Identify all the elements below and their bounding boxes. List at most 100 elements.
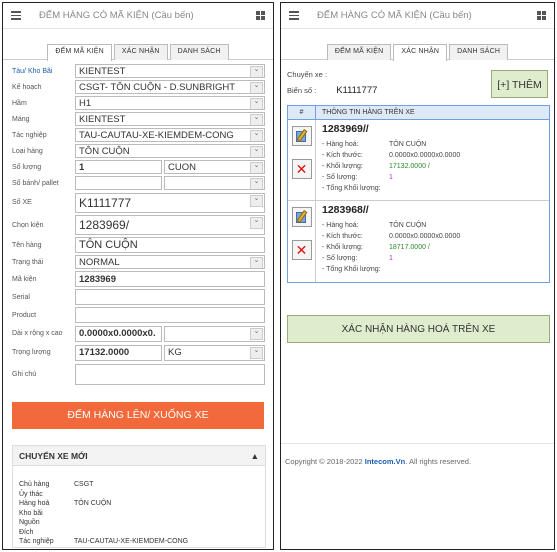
new-trip-card: CHUYẾN XE MỚI ▲ Chủ hàng CSGT Ủy thác Hàng … <box>12 445 266 548</box>
tab-xac-nhan[interactable]: XÁC NHẬN <box>393 44 448 61</box>
input-product[interactable] <box>75 307 265 323</box>
package-code: 1283969// <box>322 123 369 135</box>
tab-danh-sach[interactable]: DANH SÁCH <box>449 44 509 60</box>
value-hang-hoa: TÔN CUỘN <box>389 222 427 229</box>
label-ma-kien: Mã kiện <box>12 275 37 283</box>
value-kich-thuoc: 0.0000x0.0000x0.0000 <box>389 233 461 240</box>
input-so-luong[interactable]: 1 <box>75 160 162 174</box>
input-trong-luong[interactable]: 17132.0000 <box>75 344 162 361</box>
value-hang-hoa: TÔN CUỘN <box>389 141 427 148</box>
value-so-luong: 1 <box>389 255 393 262</box>
card-info-row: Nguồn <box>19 518 259 528</box>
label-serial: Serial <box>12 293 30 301</box>
card-info-key: Tác nghiệp <box>19 538 54 545</box>
select-trong-luong-unit[interactable]: KG <box>164 344 265 361</box>
footer-rights: . All rights reserved. <box>405 457 472 466</box>
input-serial[interactable] <box>75 289 265 305</box>
label-so-xe: Số XE <box>12 199 32 206</box>
label-trang-thai: Trạng thái <box>12 258 44 266</box>
edit-icon <box>295 210 309 224</box>
select-so-xe[interactable]: K1111777 <box>75 192 265 213</box>
delete-button[interactable]: ✕ <box>291 240 312 260</box>
hamburger-menu-icon[interactable] <box>289 11 299 20</box>
card-info-row: Chủ hàng CSGT <box>19 480 259 490</box>
label-so-luong: - Số lượng: <box>322 174 358 181</box>
cargo-table: # THÔNG TIN HÀNG TRÊN XE ✕ 1283969// - H… <box>287 105 550 283</box>
select-so-banh-unit[interactable] <box>164 176 265 190</box>
select-mang[interactable]: KIENTEST <box>75 112 265 126</box>
cargo-table-header: # THÔNG TIN HÀNG TRÊN XE <box>288 106 549 120</box>
card-info-key: Nguồn <box>19 519 40 526</box>
input-ma-kien[interactable]: 1283969 <box>75 271 265 287</box>
hamburger-menu-icon[interactable] <box>11 11 21 20</box>
label-kich-thuoc: - Kích thước: <box>322 233 363 240</box>
select-chon-kien[interactable]: 1283969/ <box>75 215 265 235</box>
card-info-key: Đích <box>19 528 34 536</box>
add-button[interactable]: [+] THÊM <box>491 70 548 98</box>
input-dai-rong-cao[interactable]: 0.0000x0.0000x0. <box>75 325 162 342</box>
label-ham: Hầm <box>12 99 27 107</box>
select-ke-hoach[interactable]: CSGT- TÔN CUỘN - D.SUNBRIGHT <box>75 80 265 94</box>
label-tau-kho-bai[interactable]: Tàu/ Kho Bãi <box>12 68 75 75</box>
row-detail: 1283969// - Hàng hoá: TÔN CUỘN - Kích thư… <box>316 120 549 200</box>
tab-dem-ma-kien[interactable]: ĐẾM MÃ KIỆN <box>326 44 392 60</box>
select-dai-rong-cao-unit[interactable] <box>164 325 265 342</box>
card-info-value: CSGT <box>74 481 94 488</box>
select-ham[interactable]: H1 <box>75 96 265 110</box>
label-tong-khoi-luong: - Tổng Khối lượng: <box>322 185 381 192</box>
count-form: Tàu/ Kho BãiKIENTEST Kế hoạchCSGT- TÔN C… <box>3 60 273 386</box>
edit-button[interactable] <box>291 126 312 146</box>
select-tau-kho-bai[interactable]: KIENTEST <box>75 64 265 78</box>
tab-danh-sach[interactable]: DANH SÁCH <box>169 44 229 60</box>
confirm-cargo-button[interactable]: XÁC NHẬN HÀNG HOÁ TRÊN XE <box>287 315 550 343</box>
label-ke-hoach: Kế hoạch <box>12 83 42 91</box>
label-so-banh: Số bánh/ pallet <box>12 179 59 187</box>
row-actions: ✕ <box>288 120 316 200</box>
footer-copyright: Copyright © 2018-2022 <box>285 457 363 466</box>
input-ten-hang[interactable]: TÔN CUỘN <box>75 237 265 253</box>
card-info-row: Kho bãi <box>19 509 259 519</box>
label-ten-hang: Tên hàng <box>12 241 42 249</box>
select-loai-hang[interactable]: TÔN CUỘN <box>75 144 265 158</box>
close-icon: ✕ <box>295 242 308 258</box>
label-chon-kien: Chọn kiện <box>12 221 44 229</box>
input-so-banh[interactable] <box>75 176 162 190</box>
select-trang-thai[interactable]: NORMAL <box>75 255 265 269</box>
tab-dem-ma-kien[interactable]: ĐẾM MÃ KIỆN <box>47 44 112 61</box>
card-info-value: TÔN CUỘN <box>74 500 112 507</box>
right-panel: ĐẾM HÀNG CÓ MÃ KIỆN (Cầu bến) ĐẾM MÃ KIỆ… <box>280 2 555 550</box>
new-trip-card-body: Chủ hàng CSGT Ủy thác Hàng hoá TÔN CUỘN Kho b… <box>13 466 265 547</box>
card-info-row: Hàng hoá TÔN CUỘN <box>19 499 259 509</box>
row-actions: ✕ <box>288 201 316 282</box>
label-ghi-chu: Ghi chú <box>12 370 37 378</box>
card-info-row: Ủy thác <box>19 490 259 500</box>
left-panel: ĐẾM HÀNG CÓ MÃ KIỆN (Cầu bến) ĐẾM MÃ KIỆ… <box>2 2 274 550</box>
trip-info: Chuyến xe : Biển số : K1111777 [+] THÊM <box>281 60 554 98</box>
footer-brand-link[interactable]: Intecom.Vn <box>365 457 405 466</box>
card-info-key: Kho bãi <box>19 509 43 517</box>
edit-button[interactable] <box>291 207 312 227</box>
input-ghi-chu[interactable] <box>75 363 265 385</box>
select-so-luong-unit[interactable]: CUON <box>164 160 265 174</box>
footer: Copyright © 2018-2022 Intecom.Vn. All ri… <box>281 443 554 466</box>
grid-menu-icon[interactable] <box>256 11 265 20</box>
value-kich-thuoc: 0.0000x0.0000x0.0000 <box>389 152 461 159</box>
label-tac-nghiep: Tác nghiệp <box>12 131 47 139</box>
column-header-info: THÔNG TIN HÀNG TRÊN XE <box>322 109 415 116</box>
top-bar: ĐẾM HÀNG CÓ MÃ KIỆN (Cầu bến) <box>281 3 554 29</box>
top-bar: ĐẾM HÀNG CÓ MÃ KIỆN (Cầu bến) <box>3 3 273 29</box>
new-trip-card-header[interactable]: CHUYẾN XE MỚI ▲ <box>13 446 265 466</box>
select-tac-nghiep[interactable]: TAU-CAUTAU-XE-KIEMDEM-CONG <box>75 128 265 142</box>
value-khoi-luong: 18717.0000 / <box>389 244 430 251</box>
caret-up-icon[interactable]: ▲ <box>251 451 259 461</box>
delete-button[interactable]: ✕ <box>291 159 312 179</box>
tab-xac-nhan[interactable]: XÁC NHẬN <box>113 44 168 60</box>
label-kich-thuoc: - Kích thước: <box>322 152 363 159</box>
card-info-key: Chủ hàng <box>19 481 50 488</box>
card-info-row: Tác nghiệp TAU-CAUTAU-XE-KIEMDEM-CONG <box>19 537 259 547</box>
grid-menu-icon[interactable] <box>537 11 546 20</box>
bien-so-label: Biển số : <box>287 86 317 95</box>
label-trong-luong: Trọng lượng <box>12 349 51 356</box>
count-load-unload-button[interactable]: ĐẾM HÀNG LÊN/ XUỐNG XE <box>12 402 264 429</box>
label-dai-rong-cao: Dài x rộng x cao <box>12 330 63 337</box>
